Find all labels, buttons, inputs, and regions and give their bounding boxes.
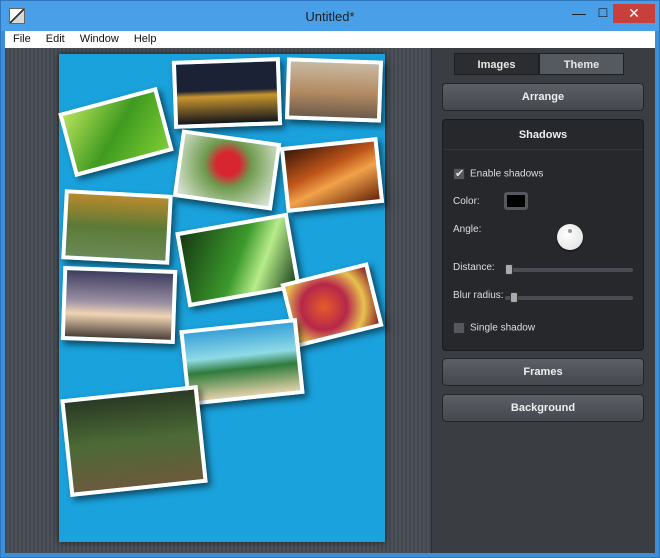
app-window: Untitled* — ☐ ✕ File Edit Window Help Im… xyxy=(0,0,660,558)
close-button[interactable]: ✕ xyxy=(613,4,655,23)
photo-night-harbor[interactable] xyxy=(171,57,283,129)
distance-slider-thumb[interactable] xyxy=(505,264,513,275)
menu-bar: File Edit Window Help xyxy=(5,31,655,48)
collage-canvas[interactable] xyxy=(58,54,385,542)
menu-help[interactable]: Help xyxy=(126,32,164,47)
shadows-header[interactable]: Shadows xyxy=(443,120,643,150)
single-shadow-label: Single shadow xyxy=(470,322,536,334)
single-shadow-row[interactable]: Single shadow xyxy=(453,322,535,334)
photo-leaf[interactable] xyxy=(58,86,174,178)
client-area: Images Theme Arrange Shadows Enable shad… xyxy=(5,48,655,553)
single-shadow-checkbox[interactable] xyxy=(453,322,465,334)
menu-edit[interactable]: Edit xyxy=(38,32,72,47)
menu-window[interactable]: Window xyxy=(72,32,126,47)
window-title: Untitled* xyxy=(305,9,355,24)
photo-autumn-park[interactable] xyxy=(61,189,173,265)
enable-shadows-row[interactable]: Enable shadows xyxy=(453,167,544,180)
workspace xyxy=(5,48,431,553)
angle-label: Angle: xyxy=(453,224,482,235)
angle-knob[interactable] xyxy=(557,224,583,250)
frames-button[interactable]: Frames xyxy=(442,358,644,386)
tab-theme[interactable]: Theme xyxy=(539,53,624,75)
background-button[interactable]: Background xyxy=(442,394,644,422)
photo-sunset-sky[interactable] xyxy=(60,266,178,344)
photo-berries[interactable] xyxy=(172,129,282,211)
enable-shadows-label: Enable shadows xyxy=(470,168,544,180)
maximize-button[interactable]: ☐ xyxy=(593,5,613,23)
arrange-button[interactable]: Arrange xyxy=(442,83,644,111)
distance-slider[interactable] xyxy=(505,264,633,275)
photo-canyon[interactable] xyxy=(279,137,385,213)
photo-eagle[interactable] xyxy=(60,385,208,497)
minimize-button[interactable]: — xyxy=(569,5,589,23)
titlebar[interactable]: Untitled* — ☐ ✕ xyxy=(1,1,659,31)
color-label: Color: xyxy=(453,196,480,207)
tab-images[interactable]: Images xyxy=(454,53,539,75)
blur-radius-slider-thumb[interactable] xyxy=(509,292,518,303)
shadows-section: Shadows Enable shadows Color: Angle: Dis… xyxy=(442,119,644,351)
panel-tabs: Images Theme xyxy=(454,53,624,75)
menu-file[interactable]: File xyxy=(5,32,38,47)
blur-radius-slider[interactable] xyxy=(505,292,633,303)
blur-radius-label: Blur radius: xyxy=(453,290,504,301)
enable-shadows-checkbox[interactable] xyxy=(453,167,465,180)
photo-cathedral[interactable] xyxy=(284,57,384,123)
shadow-color-swatch[interactable] xyxy=(504,192,528,210)
distance-label: Distance: xyxy=(453,262,495,273)
side-panel: Images Theme Arrange Shadows Enable shad… xyxy=(431,48,655,553)
